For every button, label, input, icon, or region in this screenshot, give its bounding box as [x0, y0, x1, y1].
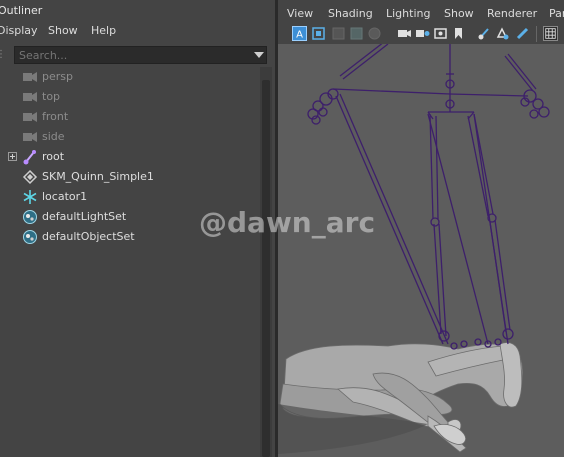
item-label: front	[42, 110, 69, 123]
toolbar-divider	[536, 26, 537, 42]
menu-view[interactable]: View	[287, 7, 313, 20]
item-label: defaultLightSet	[42, 210, 127, 223]
scene-view[interactable]	[278, 44, 564, 457]
field-chart-icon[interactable]	[451, 26, 466, 41]
list-item-persp[interactable]: persp	[0, 67, 258, 87]
wireframe-icon[interactable]	[543, 26, 558, 41]
camera-icon	[23, 132, 37, 142]
search-input[interactable]	[14, 46, 267, 64]
set-icon	[23, 210, 37, 224]
viewport-menubar: View Shading Lighting Show Renderer Par	[278, 0, 564, 24]
search-dropdown-icon[interactable]	[254, 52, 264, 58]
image-plane-icon[interactable]	[349, 26, 364, 41]
list-item-root[interactable]: root	[0, 147, 258, 167]
skeleton-rig[interactable]	[307, 44, 550, 350]
expand-icon[interactable]	[8, 152, 17, 161]
search-bar: ⋮	[0, 45, 272, 67]
bookmark-icon[interactable]	[331, 26, 346, 41]
menu-lighting[interactable]: Lighting	[386, 7, 430, 20]
menu-shading[interactable]: Shading	[328, 7, 373, 20]
item-label: persp	[42, 70, 73, 83]
select-camera-icon[interactable]: A	[292, 26, 307, 41]
outliner-title: Outliner	[0, 4, 43, 17]
list-item-mesh[interactable]: SKM_Quinn_Simple1	[0, 167, 258, 187]
menu-show[interactable]: Show	[48, 22, 78, 40]
film-gate-icon[interactable]	[397, 26, 412, 41]
safe-action-icon[interactable]	[477, 26, 492, 41]
camera-icon	[23, 72, 37, 82]
watermark: @dawn_arc	[199, 206, 376, 239]
camera-attributes-icon[interactable]	[311, 26, 326, 41]
item-label: locator1	[42, 190, 88, 203]
set-icon	[23, 230, 37, 244]
list-item-top[interactable]: top	[0, 87, 258, 107]
list-item-side[interactable]: side	[0, 127, 258, 147]
svg-text:A: A	[296, 30, 303, 41]
pan-zoom-icon[interactable]	[495, 26, 510, 41]
menu-renderer[interactable]: Renderer	[487, 7, 537, 20]
menu-show[interactable]: Show	[444, 7, 474, 20]
item-label: root	[42, 150, 65, 163]
menu-display[interactable]: Display	[0, 22, 38, 40]
camera-icon	[23, 112, 37, 122]
outliner-list: persp top front side root SKM_Quinn_Simp…	[0, 67, 260, 457]
drag-handle-icon[interactable]: ⋮	[0, 47, 6, 63]
gate-mask-icon[interactable]	[433, 26, 448, 41]
item-label: defaultObjectSet	[42, 230, 135, 243]
viewport-toolbar: A	[278, 24, 564, 44]
grease-pencil-icon[interactable]	[515, 26, 530, 41]
mesh-icon	[22, 169, 38, 185]
camera-icon	[23, 92, 37, 102]
grid-icon[interactable]	[367, 26, 382, 41]
joint-icon	[23, 150, 36, 165]
menu-help[interactable]: Help	[91, 22, 116, 40]
viewport-panel[interactable]: View Shading Lighting Show Renderer Par …	[199, 0, 564, 457]
locator-icon	[23, 190, 37, 204]
menu-panels[interactable]: Par	[549, 7, 564, 20]
list-item-locator[interactable]: locator1	[0, 187, 258, 207]
item-label: SKM_Quinn_Simple1	[42, 170, 154, 183]
item-label: top	[42, 90, 61, 103]
list-item-front[interactable]: front	[0, 107, 258, 127]
resolution-gate-icon[interactable]	[415, 26, 430, 41]
item-label: side	[42, 130, 65, 143]
scrollbar-thumb[interactable]	[262, 80, 270, 457]
outliner-menubar: Display Show Help	[0, 22, 272, 40]
